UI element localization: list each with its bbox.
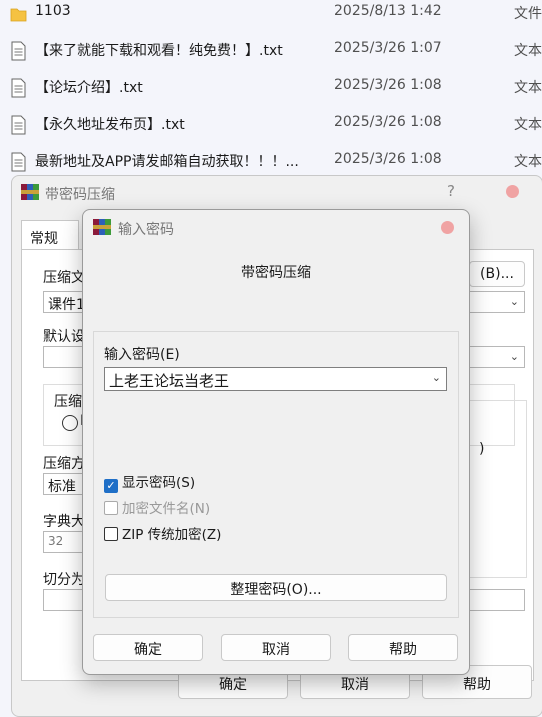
file-date: 2025/3/26 1:08 (334, 77, 442, 93)
show-password-label: 显示密码(S) (122, 475, 196, 491)
text-file-icon (11, 41, 26, 61)
file-name: 1103 (35, 3, 71, 19)
browse-button[interactable]: (B)... (469, 261, 525, 287)
options-paren: ) (479, 441, 485, 457)
winrar-icon (21, 184, 39, 200)
password-value: 上老王论坛当老王 (109, 372, 230, 390)
file-type: 文本 (514, 80, 542, 96)
encrypt-filenames-label: 加密文件名(N) (122, 501, 211, 517)
format-radio[interactable] (62, 415, 78, 431)
checkmark-icon: ✓ (104, 479, 118, 493)
text-file-icon (11, 78, 26, 98)
file-name: 【论坛介绍】.txt (35, 80, 143, 96)
file-name: 【来了就能下载和观看！纯免费！】.txt (35, 43, 283, 59)
winrar-icon (93, 219, 111, 235)
dialog-heading: 带密码压缩 (241, 265, 311, 281)
checkbox-box (104, 527, 118, 541)
checkbox-box (104, 501, 118, 515)
text-file-icon (11, 115, 26, 135)
cancel-button[interactable]: 取消 (221, 634, 331, 661)
window-title: 带密码压缩 (45, 187, 115, 203)
archive-name-value: 课件1 (48, 297, 85, 313)
tab-general[interactable]: 常规 (21, 220, 79, 250)
method-value: 标准 (48, 479, 76, 495)
file-row[interactable]: 【永久地址发布页】.txt 2025/3/26 1:08 文本 (0, 108, 542, 144)
file-name: 最新地址及APP请发邮箱自动获取！！！... (35, 154, 299, 170)
help-question-button[interactable]: ? (447, 182, 455, 200)
file-type: 文本 (514, 117, 542, 133)
file-date: 2025/3/26 1:08 (334, 151, 442, 167)
archive-name-label: 压缩文 (43, 270, 85, 286)
dictionary-value: 32 (48, 534, 64, 548)
file-date: 2025/3/26 1:07 (334, 40, 442, 56)
folder-icon (10, 8, 27, 22)
close-button[interactable] (441, 221, 454, 234)
password-input[interactable]: 上老王论坛当老王 ⌄ (104, 367, 447, 391)
file-row[interactable]: 【论坛介绍】.txt 2025/3/26 1:08 文本 (0, 71, 542, 107)
ok-button[interactable]: 确定 (93, 634, 203, 661)
chevron-down-icon: ⌄ (509, 350, 519, 363)
file-row[interactable]: 1103 2025/8/13 1:42 文件 (0, 0, 542, 33)
zip-legacy-label: ZIP 传统加密(Z) (122, 527, 222, 543)
file-date: 2025/8/13 1:42 (334, 3, 442, 19)
encrypt-filenames-checkbox: 加密文件名(N) (104, 497, 210, 517)
file-type: 文本 (514, 43, 542, 59)
zip-legacy-checkbox[interactable]: ZIP 传统加密(Z) (104, 523, 221, 543)
format-group-label: 压缩 (54, 394, 82, 410)
file-type: 文件 (514, 6, 542, 22)
file-name: 【永久地址发布页】.txt (35, 117, 185, 133)
organize-passwords-button[interactable]: 整理密码(O)... (105, 574, 447, 601)
dialog-title: 输入密码 (118, 222, 174, 238)
default-profile-label: 默认设 (43, 329, 85, 345)
show-password-checkbox[interactable]: ✓ 显示密码(S) (104, 471, 195, 493)
chevron-down-icon: ⌄ (431, 371, 441, 384)
dictionary-label: 字典大 (43, 514, 85, 530)
close-button[interactable] (506, 185, 519, 198)
help-button[interactable]: 帮助 (348, 634, 458, 661)
chevron-down-icon: ⌄ (509, 295, 519, 308)
split-label: 切分为 (43, 572, 85, 588)
method-label: 压缩方 (43, 456, 85, 472)
file-row[interactable]: 【来了就能下载和观看！纯免费！】.txt 2025/3/26 1:07 文本 (0, 34, 542, 70)
password-dialog: 输入密码 带密码压缩 输入密码(E) 上老王论坛当老王 ⌄ ✓ 显示密码(S) 加… (82, 209, 470, 675)
password-label: 输入密码(E) (104, 347, 180, 363)
file-date: 2025/3/26 1:08 (334, 114, 442, 130)
file-type: 文本 (514, 154, 542, 170)
text-file-icon (11, 152, 26, 172)
